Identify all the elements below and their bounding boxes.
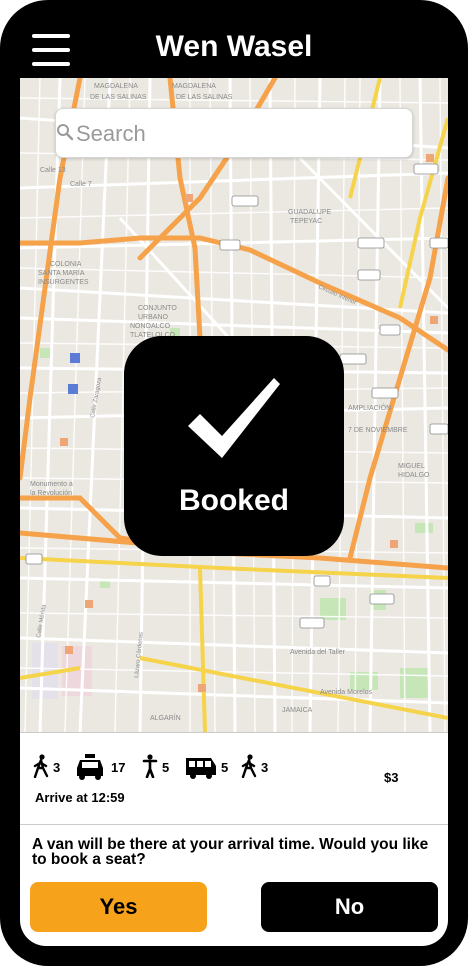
map-label: Avenida del Taller [290, 649, 346, 656]
trip-segment-walk: 3 [32, 754, 72, 780]
trip-segment-value: 17 [111, 760, 126, 775]
map-label: MAGDALENA [172, 83, 216, 90]
map-label: DE LAS SALINAS [90, 94, 147, 101]
trip-segment-value: 3 [261, 760, 269, 775]
map-label: SANTA MARÍA [38, 268, 85, 277]
map-label: COLONIA [50, 261, 82, 268]
stand-icon [142, 754, 158, 778]
arrival-time: Arrive at 12:59 [35, 790, 125, 805]
map-label: Calle 13 [40, 167, 66, 174]
map-label: Monumento a [30, 481, 73, 488]
app-screen: MAGDALENA MAGDALENA DE LAS SALINAS DE LA… [20, 78, 448, 946]
map-label: ALGARÍN [150, 713, 181, 722]
map-label: NONOALCO [130, 323, 171, 330]
app-header: Wen Wasel [0, 0, 468, 78]
walk-icon [33, 754, 49, 778]
checkmark-icon [188, 378, 280, 458]
map-label: Lázaro Cárdenas [134, 632, 145, 678]
trip-price: $3 [384, 770, 399, 785]
map-label: JAMAICA [282, 707, 313, 714]
map-label: Calle 7 [70, 181, 92, 188]
search-bar [55, 108, 413, 158]
map-label: INSURGENTES [38, 279, 89, 286]
map-label: GUADALUPE [288, 209, 332, 216]
phone-frame: Wen Wasel MAGDALENA MAGDALENA DE LAS SAL… [0, 0, 468, 966]
map-label: URBANO [138, 314, 169, 321]
map-label: AMPLIACIÓN [348, 403, 391, 412]
search-icon[interactable] [56, 123, 74, 141]
no-button[interactable]: No [261, 882, 438, 932]
trip-segment-value: 3 [53, 760, 61, 775]
van-icon [186, 758, 216, 779]
map-label: Avenida Morelos [320, 689, 373, 696]
booked-label: Booked [178, 484, 289, 517]
trip-segment-value: 5 [162, 760, 170, 775]
map-label: TEPEYAC [290, 218, 322, 225]
map-label: HIDALGO [398, 472, 430, 479]
taxi-icon [77, 754, 103, 780]
trip-segment-van: 5 [185, 754, 233, 780]
trip-segment-taxi: 17 [75, 754, 135, 780]
map-label: CONJUNTO [138, 305, 177, 312]
map-label: Calle Zaragoza [90, 377, 103, 419]
walk-icon [241, 754, 257, 778]
map-label: DE LAS SALINAS [176, 94, 233, 101]
trip-segment-value: 5 [221, 760, 229, 775]
trip-info-panel: 3 17 5 5 3 Arrive at 12:59 $3 [20, 732, 448, 825]
booked-overlay: Booked [124, 336, 344, 556]
map-view[interactable]: MAGDALENA MAGDALENA DE LAS SALINAS DE LA… [20, 78, 448, 732]
trip-segment-stand: 5 [141, 754, 181, 780]
map-label: Calle Mérida [36, 603, 48, 638]
yes-button[interactable]: Yes [30, 882, 207, 932]
booking-question: A van will be there at your arrival time… [32, 836, 429, 868]
map-label: MIGUEL [398, 463, 425, 470]
trip-segment-walk: 3 [240, 754, 280, 780]
map-label: MAGDALENA [94, 83, 138, 90]
app-title: Wen Wasel [155, 30, 313, 63]
map-label: la Revolución [30, 490, 72, 497]
search-input[interactable] [74, 116, 368, 152]
map-label: 7 DE NOVIEMBRE [348, 427, 408, 434]
